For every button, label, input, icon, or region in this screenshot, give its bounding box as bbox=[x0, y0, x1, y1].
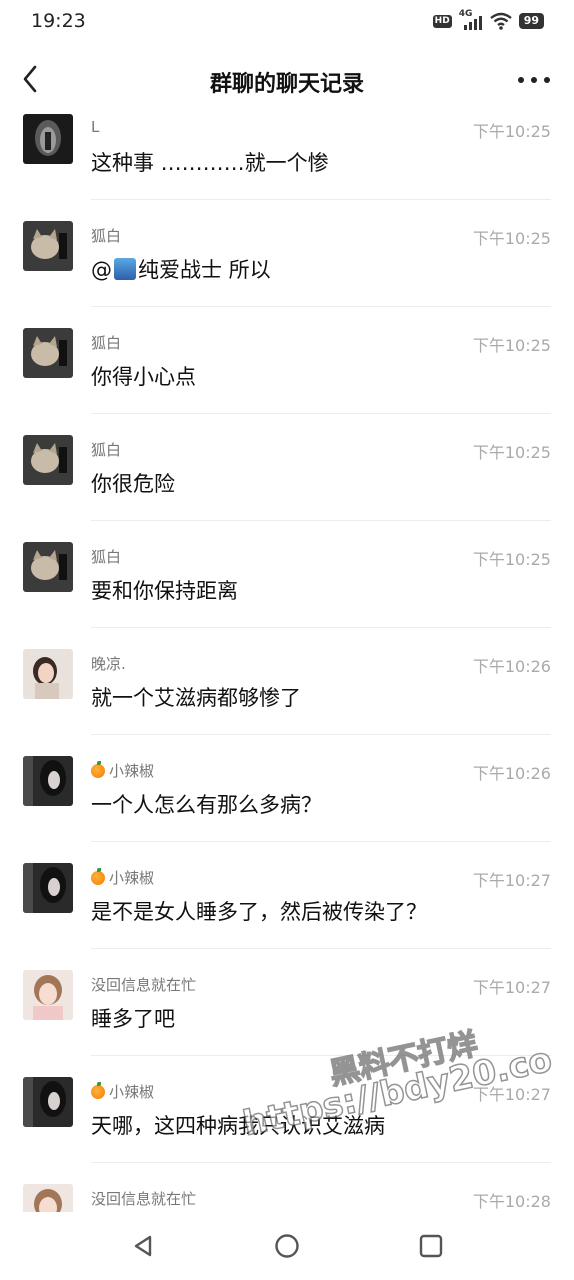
message-text: 天哪，这四种病我只认识艾滋病 bbox=[91, 1114, 385, 1138]
message-text: 一个人怎么有那么多病？ bbox=[91, 793, 322, 817]
message-list[interactable]: L 下午10:25 这种事 …………就一个惨 狐白 下午10:25 @ 纯爱战士 … bbox=[0, 114, 574, 1212]
mention-avatar-icon bbox=[114, 258, 136, 280]
avatar[interactable] bbox=[23, 1077, 73, 1127]
chat-message: 小辣椒 下午10:27 天哪，这四种病我只认识艾滋病 bbox=[0, 1077, 574, 1184]
message-time: 下午10:27 bbox=[472, 871, 551, 890]
sender-name: 小辣椒 bbox=[91, 867, 154, 888]
avatar[interactable] bbox=[23, 1184, 73, 1212]
avatar[interactable] bbox=[23, 435, 73, 485]
avatar[interactable] bbox=[23, 649, 73, 699]
message-time: 下午10:26 bbox=[472, 764, 551, 783]
divider bbox=[91, 948, 551, 949]
sender-name-text: 小辣椒 bbox=[109, 762, 155, 780]
chat-message: L 下午10:25 这种事 …………就一个惨 bbox=[0, 114, 574, 221]
nav-home-button[interactable] bbox=[273, 1232, 301, 1260]
message-text: 就一个艾滋病都够惨了 bbox=[91, 686, 301, 710]
more-dots-icon bbox=[518, 77, 524, 83]
sender-name: 狐白 bbox=[91, 441, 122, 459]
battery-icon: 99 bbox=[518, 13, 544, 29]
more-options-button[interactable] bbox=[518, 66, 550, 94]
signal-icon: 4G bbox=[459, 9, 483, 30]
sender-name: 小辣椒 bbox=[91, 1081, 154, 1102]
chat-message: 小辣椒 下午10:27 是不是女人睡多了，然后被传染了？ bbox=[0, 863, 574, 970]
chat-message: 晚凉. 下午10:26 就一个艾滋病都够惨了 bbox=[0, 649, 574, 756]
sender-name: 没回信息就在忙 bbox=[91, 1190, 197, 1208]
title-bar: 群聊的聊天记录 bbox=[0, 44, 574, 114]
message-text: 你很危险 bbox=[91, 472, 175, 496]
chat-message: 狐白 下午10:25 @ 纯爱战士 所以 bbox=[0, 221, 574, 328]
tangerine-icon bbox=[91, 761, 105, 778]
message-text: 是不是女人睡多了，然后被传染了？ bbox=[91, 900, 427, 924]
chat-message: 狐白 下午10:25 你得小心点 bbox=[0, 328, 574, 435]
divider bbox=[91, 520, 551, 521]
chat-message: 没回信息就在忙 下午10:27 睡多了吧 bbox=[0, 970, 574, 1077]
status-icons: HD 4G 99 bbox=[432, 9, 544, 30]
message-time: 下午10:25 bbox=[472, 443, 551, 462]
avatar[interactable] bbox=[23, 328, 73, 378]
divider bbox=[91, 1162, 551, 1163]
nav-recents-button[interactable] bbox=[417, 1232, 445, 1260]
tangerine-icon bbox=[91, 1082, 105, 1099]
message-text: 这种事 …………就一个惨 bbox=[91, 151, 329, 175]
divider bbox=[91, 413, 551, 414]
chat-message: 狐白 下午10:25 你很危险 bbox=[0, 435, 574, 542]
message-text: 睡多了吧 bbox=[91, 1007, 175, 1031]
message-text: @ 纯爱战士 所以 bbox=[91, 254, 271, 284]
avatar[interactable] bbox=[23, 114, 73, 164]
sender-name: 没回信息就在忙 bbox=[91, 976, 197, 994]
divider bbox=[91, 306, 551, 307]
avatar[interactable] bbox=[23, 970, 73, 1020]
avatar[interactable] bbox=[23, 756, 73, 806]
message-time: 下午10:25 bbox=[472, 550, 551, 569]
tangerine-icon bbox=[91, 868, 105, 885]
avatar[interactable] bbox=[23, 221, 73, 271]
chat-message: 狐白 下午10:25 要和你保持距离 bbox=[0, 542, 574, 649]
sender-name-text: 小辣椒 bbox=[109, 1083, 155, 1101]
divider bbox=[91, 199, 551, 200]
sender-name: 狐白 bbox=[91, 227, 122, 245]
message-time: 下午10:27 bbox=[472, 1085, 551, 1104]
nav-back-button[interactable] bbox=[130, 1232, 158, 1260]
sender-name: 小辣椒 bbox=[91, 760, 154, 781]
avatar[interactable] bbox=[23, 542, 73, 592]
divider bbox=[91, 841, 551, 842]
divider bbox=[91, 627, 551, 628]
system-nav-bar bbox=[0, 1212, 574, 1280]
wifi-icon bbox=[489, 12, 512, 30]
status-time: 19:23 bbox=[31, 10, 86, 32]
sender-name-text: 小辣椒 bbox=[109, 869, 155, 887]
chat-message: 小辣椒 下午10:26 一个人怎么有那么多病？ bbox=[0, 756, 574, 863]
message-text-prefix: @ bbox=[91, 258, 112, 282]
divider bbox=[91, 1055, 551, 1056]
chat-message: 没回信息就在忙 下午10:28 bbox=[0, 1184, 574, 1212]
message-time: 下午10:27 bbox=[472, 978, 551, 997]
sender-name: 晚凉. bbox=[91, 655, 126, 673]
message-time: 下午10:26 bbox=[472, 657, 551, 676]
avatar[interactable] bbox=[23, 863, 73, 913]
hd-icon: HD bbox=[432, 14, 452, 28]
message-time: 下午10:25 bbox=[472, 122, 551, 141]
page-title: 群聊的聊天记录 bbox=[209, 72, 364, 97]
message-time: 下午10:25 bbox=[472, 229, 551, 248]
divider bbox=[91, 734, 551, 735]
message-text-suffix: 纯爱战士 所以 bbox=[138, 258, 271, 282]
sender-name: 狐白 bbox=[91, 334, 122, 352]
message-time: 下午10:25 bbox=[472, 336, 551, 355]
message-time: 下午10:28 bbox=[472, 1192, 551, 1211]
message-text: 你得小心点 bbox=[91, 365, 196, 389]
sender-name: 狐白 bbox=[91, 548, 122, 566]
status-bar: 19:23 HD 4G 99 bbox=[0, 0, 574, 44]
message-text: 要和你保持距离 bbox=[91, 579, 238, 603]
sender-name: L bbox=[91, 118, 100, 136]
